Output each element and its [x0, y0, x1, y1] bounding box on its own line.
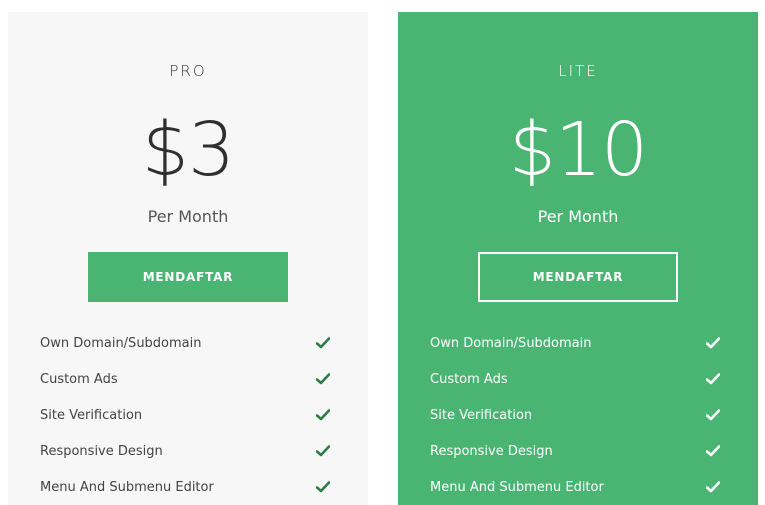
plan-name: LITE — [558, 62, 598, 80]
check-icon — [706, 445, 720, 457]
feature-label: Responsive Design — [430, 444, 553, 459]
check-icon — [316, 337, 330, 349]
plan-price: $3 — [141, 107, 235, 193]
check-icon — [706, 337, 720, 349]
check-icon — [706, 373, 720, 385]
feature-label: Responsive Design — [40, 444, 163, 459]
feature-item: Site Verification — [430, 404, 720, 440]
pricing-card-pro: PRO $3 Per Month MENDAFTAR Own Domain/Su… — [8, 12, 368, 505]
feature-item: Custom Ads — [430, 368, 720, 404]
check-icon — [316, 373, 330, 385]
feature-item: Own Domain/Subdomain — [40, 332, 330, 368]
feature-label: Site Verification — [40, 408, 143, 423]
plan-period: Per Month — [147, 207, 229, 226]
check-icon — [316, 445, 330, 457]
check-icon — [316, 481, 330, 493]
feature-item: Menu And Submenu Editor — [40, 476, 330, 505]
signup-button-lite[interactable]: MENDAFTAR — [478, 252, 678, 302]
feature-label: Own Domain/Subdomain — [40, 336, 202, 351]
feature-item: Site Verification — [40, 404, 330, 440]
feature-list: Own Domain/Subdomain Custom Ads Site Ver… — [40, 332, 330, 505]
pricing-page: PRO $3 Per Month MENDAFTAR Own Domain/Su… — [0, 0, 765, 505]
plan-period: Per Month — [537, 207, 619, 226]
plan-name: PRO — [169, 62, 207, 80]
feature-item: Custom Ads — [40, 368, 330, 404]
feature-item: Responsive Design — [430, 440, 720, 476]
feature-item: Responsive Design — [40, 440, 330, 476]
feature-label: Menu And Submenu Editor — [40, 480, 214, 495]
feature-label: Own Domain/Subdomain — [430, 336, 592, 351]
feature-label: Site Verification — [430, 408, 533, 423]
feature-label: Custom Ads — [40, 372, 118, 387]
signup-button-pro[interactable]: MENDAFTAR — [88, 252, 288, 302]
feature-label: Menu And Submenu Editor — [430, 480, 604, 495]
check-icon — [706, 481, 720, 493]
feature-list: Own Domain/Subdomain Custom Ads Site Ver… — [430, 332, 720, 505]
feature-item: Own Domain/Subdomain — [430, 332, 720, 368]
check-icon — [316, 409, 330, 421]
pricing-card-lite: LITE $10 Per Month MENDAFTAR Own Domain/… — [398, 12, 758, 505]
check-icon — [706, 409, 720, 421]
feature-label: Custom Ads — [430, 372, 508, 387]
feature-item: Menu And Submenu Editor — [430, 476, 720, 505]
plan-price: $10 — [508, 107, 648, 193]
